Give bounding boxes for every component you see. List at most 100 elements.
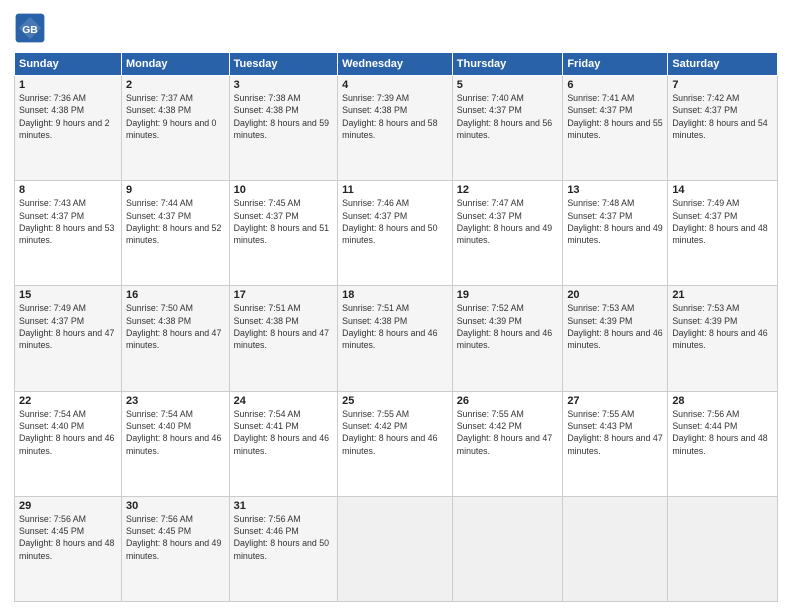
day-cell: 19 Sunrise: 7:52 AMSunset: 4:39 PMDaylig… — [452, 286, 563, 391]
day-cell: 23 Sunrise: 7:54 AMSunset: 4:40 PMDaylig… — [121, 391, 229, 496]
day-number: 28 — [672, 395, 773, 407]
day-number: 19 — [457, 289, 559, 301]
day-cell: 22 Sunrise: 7:54 AMSunset: 4:40 PMDaylig… — [15, 391, 122, 496]
day-cell: 9 Sunrise: 7:44 AMSunset: 4:37 PMDayligh… — [121, 181, 229, 286]
day-info: Sunrise: 7:40 AMSunset: 4:37 PMDaylight:… — [457, 93, 552, 140]
day-number: 29 — [19, 500, 117, 512]
week-row-5: 29 Sunrise: 7:56 AMSunset: 4:45 PMDaylig… — [15, 496, 778, 601]
day-info: Sunrise: 7:53 AMSunset: 4:39 PMDaylight:… — [567, 303, 662, 350]
day-number: 21 — [672, 289, 773, 301]
day-number: 6 — [567, 79, 663, 91]
day-info: Sunrise: 7:43 AMSunset: 4:37 PMDaylight:… — [19, 198, 114, 245]
day-cell: 21 Sunrise: 7:53 AMSunset: 4:39 PMDaylig… — [668, 286, 778, 391]
day-cell: 20 Sunrise: 7:53 AMSunset: 4:39 PMDaylig… — [563, 286, 668, 391]
page: GB SundayMondayTuesdayWednesdayThursdayF… — [0, 0, 792, 612]
calendar-header-row: SundayMondayTuesdayWednesdayThursdayFrid… — [15, 53, 778, 76]
day-number: 26 — [457, 395, 559, 407]
day-number: 16 — [126, 289, 225, 301]
day-info: Sunrise: 7:47 AMSunset: 4:37 PMDaylight:… — [457, 198, 552, 245]
day-info: Sunrise: 7:56 AMSunset: 4:45 PMDaylight:… — [126, 514, 221, 561]
day-cell: 14 Sunrise: 7:49 AMSunset: 4:37 PMDaylig… — [668, 181, 778, 286]
day-cell: 5 Sunrise: 7:40 AMSunset: 4:37 PMDayligh… — [452, 76, 563, 181]
day-number: 10 — [234, 184, 333, 196]
day-cell: 7 Sunrise: 7:42 AMSunset: 4:37 PMDayligh… — [668, 76, 778, 181]
day-cell: 6 Sunrise: 7:41 AMSunset: 4:37 PMDayligh… — [563, 76, 668, 181]
day-number: 20 — [567, 289, 663, 301]
week-row-3: 15 Sunrise: 7:49 AMSunset: 4:37 PMDaylig… — [15, 286, 778, 391]
day-number: 17 — [234, 289, 333, 301]
day-info: Sunrise: 7:54 AMSunset: 4:41 PMDaylight:… — [234, 409, 329, 456]
day-cell: 11 Sunrise: 7:46 AMSunset: 4:37 PMDaylig… — [338, 181, 453, 286]
day-cell: 28 Sunrise: 7:56 AMSunset: 4:44 PMDaylig… — [668, 391, 778, 496]
logo: GB — [14, 12, 50, 44]
day-info: Sunrise: 7:53 AMSunset: 4:39 PMDaylight:… — [672, 303, 767, 350]
day-cell: 17 Sunrise: 7:51 AMSunset: 4:38 PMDaylig… — [229, 286, 337, 391]
day-info: Sunrise: 7:49 AMSunset: 4:37 PMDaylight:… — [19, 303, 114, 350]
day-number: 30 — [126, 500, 225, 512]
day-cell — [338, 496, 453, 601]
day-cell: 2 Sunrise: 7:37 AMSunset: 4:38 PMDayligh… — [121, 76, 229, 181]
day-info: Sunrise: 7:55 AMSunset: 4:42 PMDaylight:… — [457, 409, 552, 456]
day-info: Sunrise: 7:50 AMSunset: 4:38 PMDaylight:… — [126, 303, 221, 350]
day-info: Sunrise: 7:46 AMSunset: 4:37 PMDaylight:… — [342, 198, 437, 245]
logo-icon: GB — [14, 12, 46, 44]
day-number: 1 — [19, 79, 117, 91]
day-number: 5 — [457, 79, 559, 91]
day-number: 27 — [567, 395, 663, 407]
day-number: 2 — [126, 79, 225, 91]
day-info: Sunrise: 7:41 AMSunset: 4:37 PMDaylight:… — [567, 93, 662, 140]
day-info: Sunrise: 7:37 AMSunset: 4:38 PMDaylight:… — [126, 93, 216, 140]
day-info: Sunrise: 7:55 AMSunset: 4:42 PMDaylight:… — [342, 409, 437, 456]
col-header-tuesday: Tuesday — [229, 53, 337, 76]
day-info: Sunrise: 7:56 AMSunset: 4:44 PMDaylight:… — [672, 409, 767, 456]
day-info: Sunrise: 7:55 AMSunset: 4:43 PMDaylight:… — [567, 409, 662, 456]
day-cell: 3 Sunrise: 7:38 AMSunset: 4:38 PMDayligh… — [229, 76, 337, 181]
day-number: 25 — [342, 395, 448, 407]
day-number: 18 — [342, 289, 448, 301]
day-info: Sunrise: 7:56 AMSunset: 4:45 PMDaylight:… — [19, 514, 114, 561]
day-number: 11 — [342, 184, 448, 196]
header: GB — [14, 12, 778, 44]
day-cell: 31 Sunrise: 7:56 AMSunset: 4:46 PMDaylig… — [229, 496, 337, 601]
day-cell: 24 Sunrise: 7:54 AMSunset: 4:41 PMDaylig… — [229, 391, 337, 496]
col-header-friday: Friday — [563, 53, 668, 76]
col-header-monday: Monday — [121, 53, 229, 76]
day-info: Sunrise: 7:42 AMSunset: 4:37 PMDaylight:… — [672, 93, 767, 140]
day-cell: 12 Sunrise: 7:47 AMSunset: 4:37 PMDaylig… — [452, 181, 563, 286]
day-cell: 27 Sunrise: 7:55 AMSunset: 4:43 PMDaylig… — [563, 391, 668, 496]
day-number: 14 — [672, 184, 773, 196]
col-header-thursday: Thursday — [452, 53, 563, 76]
day-info: Sunrise: 7:36 AMSunset: 4:38 PMDaylight:… — [19, 93, 109, 140]
day-number: 7 — [672, 79, 773, 91]
day-info: Sunrise: 7:44 AMSunset: 4:37 PMDaylight:… — [126, 198, 221, 245]
day-cell: 4 Sunrise: 7:39 AMSunset: 4:38 PMDayligh… — [338, 76, 453, 181]
day-info: Sunrise: 7:54 AMSunset: 4:40 PMDaylight:… — [126, 409, 221, 456]
day-number: 12 — [457, 184, 559, 196]
calendar-table: SundayMondayTuesdayWednesdayThursdayFrid… — [14, 52, 778, 602]
week-row-1: 1 Sunrise: 7:36 AMSunset: 4:38 PMDayligh… — [15, 76, 778, 181]
day-info: Sunrise: 7:48 AMSunset: 4:37 PMDaylight:… — [567, 198, 662, 245]
day-number: 31 — [234, 500, 333, 512]
day-cell: 26 Sunrise: 7:55 AMSunset: 4:42 PMDaylig… — [452, 391, 563, 496]
svg-text:GB: GB — [22, 25, 38, 36]
day-cell: 29 Sunrise: 7:56 AMSunset: 4:45 PMDaylig… — [15, 496, 122, 601]
day-info: Sunrise: 7:39 AMSunset: 4:38 PMDaylight:… — [342, 93, 437, 140]
day-info: Sunrise: 7:52 AMSunset: 4:39 PMDaylight:… — [457, 303, 552, 350]
day-cell — [452, 496, 563, 601]
day-number: 24 — [234, 395, 333, 407]
col-header-sunday: Sunday — [15, 53, 122, 76]
week-row-2: 8 Sunrise: 7:43 AMSunset: 4:37 PMDayligh… — [15, 181, 778, 286]
week-row-4: 22 Sunrise: 7:54 AMSunset: 4:40 PMDaylig… — [15, 391, 778, 496]
day-number: 9 — [126, 184, 225, 196]
day-number: 8 — [19, 184, 117, 196]
day-info: Sunrise: 7:49 AMSunset: 4:37 PMDaylight:… — [672, 198, 767, 245]
day-cell: 8 Sunrise: 7:43 AMSunset: 4:37 PMDayligh… — [15, 181, 122, 286]
day-number: 13 — [567, 184, 663, 196]
day-info: Sunrise: 7:51 AMSunset: 4:38 PMDaylight:… — [342, 303, 437, 350]
day-info: Sunrise: 7:45 AMSunset: 4:37 PMDaylight:… — [234, 198, 329, 245]
day-cell: 15 Sunrise: 7:49 AMSunset: 4:37 PMDaylig… — [15, 286, 122, 391]
day-cell — [563, 496, 668, 601]
day-cell: 13 Sunrise: 7:48 AMSunset: 4:37 PMDaylig… — [563, 181, 668, 286]
day-cell: 10 Sunrise: 7:45 AMSunset: 4:37 PMDaylig… — [229, 181, 337, 286]
day-cell — [668, 496, 778, 601]
